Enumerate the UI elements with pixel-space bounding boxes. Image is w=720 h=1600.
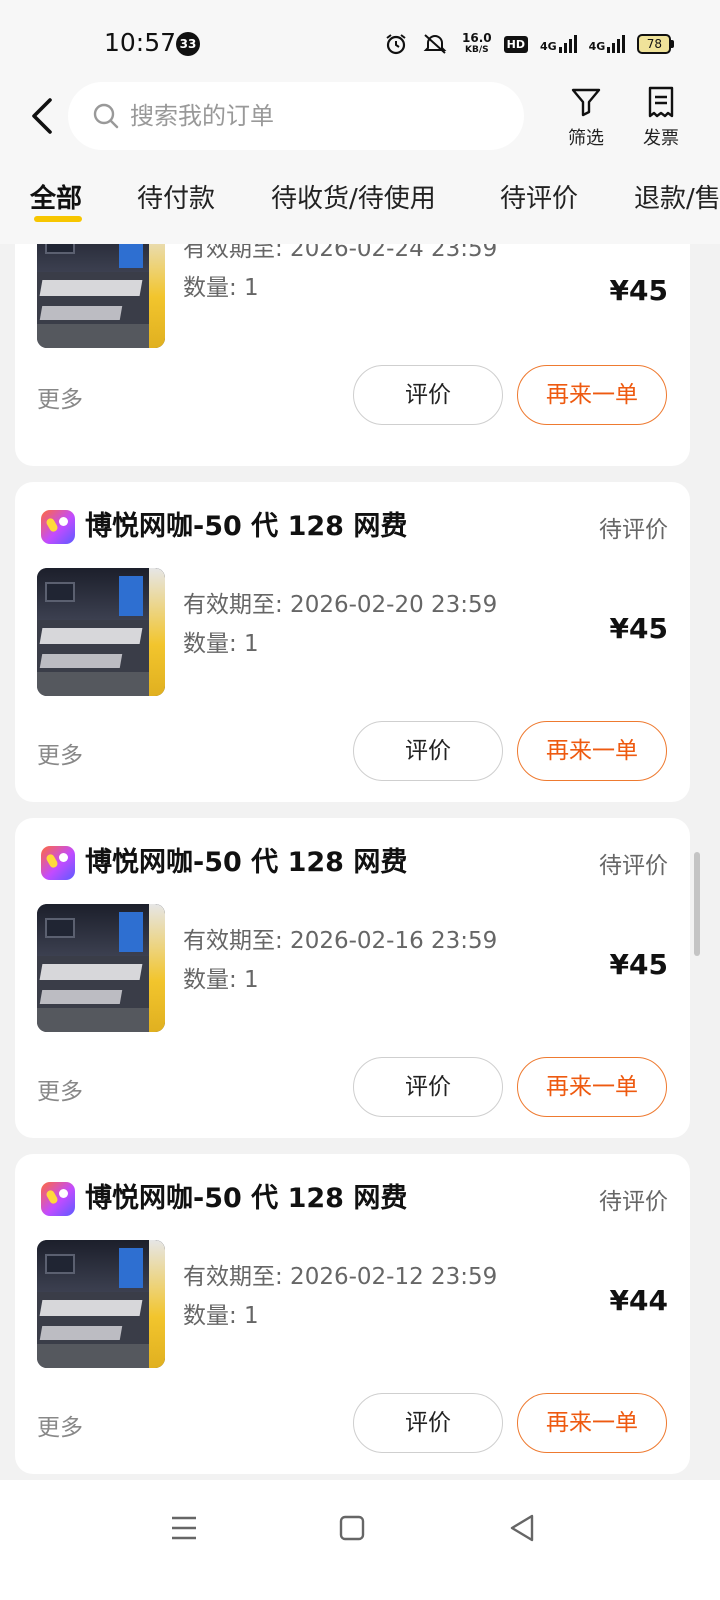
filter-label: 筛选	[568, 128, 604, 149]
filter-icon	[571, 88, 601, 117]
order-card[interactable]: 博悦网咖-50 代 128 网费 待评价 有效期至: 2026-02-12 23…	[15, 1154, 690, 1474]
more-link[interactable]: 更多	[37, 380, 83, 414]
home-square-icon	[339, 1515, 365, 1541]
net-speed: 16.0 KB/S	[462, 32, 492, 56]
back-triangle-icon	[510, 1514, 534, 1542]
menu-button[interactable]	[154, 1504, 214, 1552]
network-type-2: 4G	[588, 40, 606, 53]
reorder-button[interactable]: 再来一单	[517, 1393, 667, 1453]
reorder-button[interactable]: 再来一单	[517, 721, 667, 781]
store-icon	[41, 846, 75, 880]
battery-icon: 78	[637, 34, 675, 54]
filter-button[interactable]: 筛选	[556, 86, 616, 150]
search-icon	[93, 103, 119, 129]
order-status: 待评价	[599, 517, 668, 543]
search-input[interactable]	[130, 102, 510, 130]
signal-2: 4G	[589, 35, 626, 53]
store-name[interactable]: 博悦网咖-50 代 128 网费	[85, 1176, 407, 1215]
quantity: 数量: 1	[183, 967, 259, 993]
product-thumbnail[interactable]	[37, 1240, 165, 1368]
valid-until: 有效期至: 2026-02-24 23:59	[183, 244, 498, 262]
more-link[interactable]: 更多	[37, 1408, 83, 1442]
hd-icon: HD	[503, 35, 528, 53]
product-thumbnail[interactable]	[37, 568, 165, 696]
price: ¥45	[609, 274, 668, 307]
order-tabs: 全部 待付款 待收货/待使用 待评价 退款/售后	[0, 166, 720, 226]
order-list: 有效期至: 2026-02-24 23:59 数量: 1 ¥45 更多 评价 再…	[0, 244, 720, 1480]
notification-badge: 33	[176, 32, 200, 56]
status-icons: 16.0 KB/S HD 4G 4G 78	[384, 30, 675, 58]
valid-until: 有效期至: 2026-02-20 23:59	[183, 592, 498, 618]
store-icon	[41, 1182, 75, 1216]
store-name[interactable]: 博悦网咖-50 代 128 网费	[85, 504, 407, 543]
order-card[interactable]: 有效期至: 2026-02-24 23:59 数量: 1 ¥45 更多 评价 再…	[15, 244, 690, 466]
tab-to-receive-use[interactable]: 待收货/待使用	[271, 178, 436, 215]
reorder-button[interactable]: 再来一单	[517, 365, 667, 425]
more-link[interactable]: 更多	[37, 736, 83, 770]
home-button[interactable]	[322, 1504, 382, 1552]
price: ¥45	[609, 948, 668, 981]
review-button[interactable]: 评价	[353, 721, 503, 781]
valid-until: 有效期至: 2026-02-12 23:59	[183, 1264, 498, 1290]
invoice-icon	[648, 86, 674, 118]
product-thumbnail[interactable]	[37, 904, 165, 1032]
net-speed-unit: KB/S	[465, 45, 489, 55]
signal-1: 4G	[540, 35, 577, 53]
network-type-1: 4G	[539, 40, 557, 53]
valid-until: 有效期至: 2026-02-16 23:59	[183, 928, 498, 954]
store-name[interactable]: 博悦网咖-50 代 128 网费	[85, 840, 407, 879]
price: ¥45	[609, 612, 668, 645]
status-time: 10:57	[104, 28, 177, 57]
more-link[interactable]: 更多	[37, 1072, 83, 1106]
signal-bars-2-icon	[607, 35, 626, 53]
tab-pending-payment[interactable]: 待付款	[137, 178, 215, 215]
order-status: 待评价	[599, 853, 668, 879]
product-thumbnail[interactable]	[37, 244, 165, 348]
invoice-label: 发票	[643, 128, 679, 149]
back-arrow-icon	[32, 98, 52, 134]
quantity: 数量: 1	[183, 1303, 259, 1329]
back-nav-button[interactable]	[492, 1504, 552, 1552]
scrollbar[interactable]	[694, 852, 700, 956]
quantity: 数量: 1	[183, 275, 259, 301]
reorder-button[interactable]: 再来一单	[517, 1057, 667, 1117]
tab-to-review[interactable]: 待评价	[500, 178, 578, 215]
order-card[interactable]: 博悦网咖-50 代 128 网费 待评价 有效期至: 2026-02-20 23…	[15, 482, 690, 802]
top-area: 10:57 33 16.0 KB/S HD 4G 4G 78 搜索我的订单 筛选…	[0, 0, 720, 244]
invoice-button[interactable]: 发票	[631, 86, 691, 150]
search-bar[interactable]	[68, 82, 524, 150]
header: 筛选 发票	[0, 80, 720, 160]
battery-level: 78	[637, 34, 672, 54]
tab-refund[interactable]: 退款/售后	[634, 178, 720, 215]
price: ¥44	[609, 1284, 668, 1317]
order-status: 待评价	[599, 1189, 668, 1215]
status-bar: 10:57 33 16.0 KB/S HD 4G 4G 78	[0, 0, 720, 88]
active-tab-indicator	[34, 216, 82, 222]
order-card[interactable]: 博悦网咖-50 代 128 网费 待评价 有效期至: 2026-02-16 23…	[15, 818, 690, 1138]
alarm-icon	[386, 34, 406, 55]
tab-all[interactable]: 全部	[30, 178, 82, 215]
review-button[interactable]: 评价	[353, 1057, 503, 1117]
back-button[interactable]	[24, 94, 64, 138]
mute-bell-icon	[423, 34, 447, 54]
net-speed-value: 16.0	[462, 31, 492, 45]
review-button[interactable]: 评价	[353, 365, 503, 425]
signal-bars-1-icon	[558, 35, 577, 53]
quantity: 数量: 1	[183, 631, 259, 657]
menu-icon	[172, 1516, 196, 1540]
store-icon	[41, 510, 75, 544]
review-button[interactable]: 评价	[353, 1393, 503, 1453]
system-nav-bar	[0, 1480, 720, 1600]
